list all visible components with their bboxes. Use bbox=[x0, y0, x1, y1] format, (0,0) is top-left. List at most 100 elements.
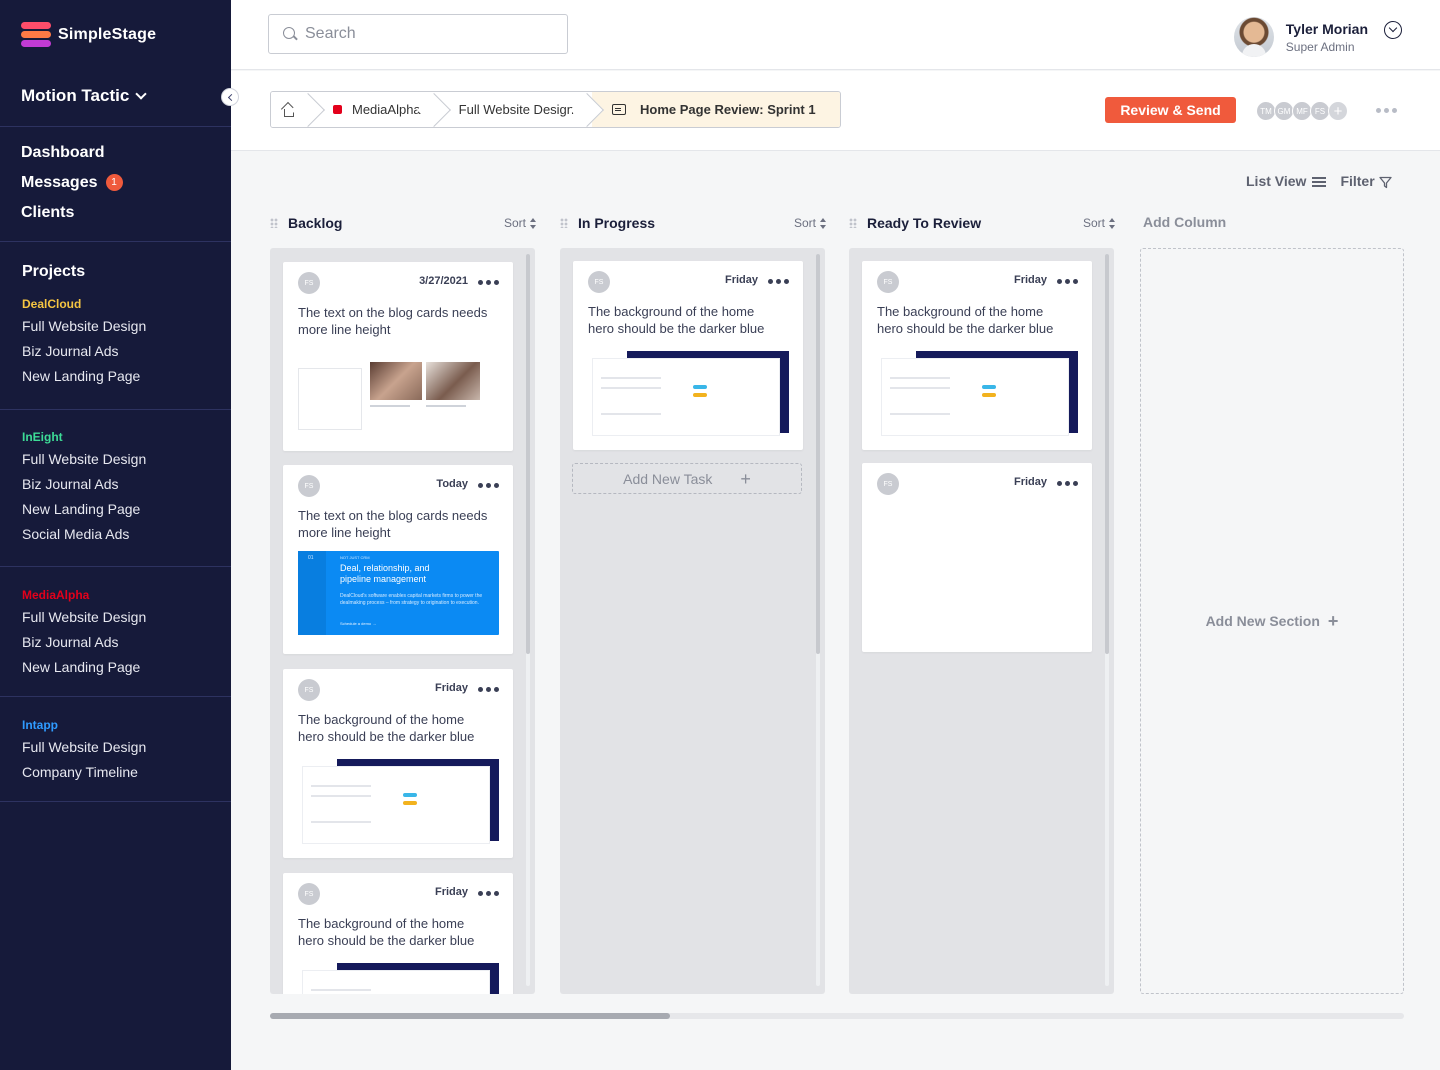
drag-handle-icon[interactable] bbox=[270, 218, 278, 228]
project-item[interactable]: Biz Journal Ads bbox=[22, 342, 146, 367]
add-task-button[interactable]: Add New Task + bbox=[572, 463, 802, 494]
card-more-icon[interactable] bbox=[1057, 481, 1078, 486]
nav-item-messages[interactable]: Messages 1 bbox=[21, 173, 123, 203]
sort-button[interactable]: Sort bbox=[504, 216, 536, 230]
card-more-icon[interactable] bbox=[768, 279, 789, 284]
column-name: Ready To Review bbox=[867, 215, 982, 231]
sidebar: SimpleStage Motion Tactic Dashboard Mess… bbox=[0, 0, 231, 1070]
column-scrollbar[interactable] bbox=[1105, 254, 1109, 986]
add-collaborator-icon[interactable]: + bbox=[1328, 101, 1348, 121]
card-thumbnail[interactable] bbox=[298, 362, 480, 430]
group-name: InEight bbox=[22, 430, 63, 444]
task-card[interactable]: FS Friday The background of the home her… bbox=[862, 261, 1092, 450]
breadcrumb-home[interactable] bbox=[271, 92, 313, 127]
home-icon bbox=[281, 103, 295, 117]
task-card[interactable]: FS Friday The background of the home her… bbox=[283, 873, 513, 994]
collaborator-avatar[interactable]: GM bbox=[1274, 101, 1294, 121]
project-item[interactable]: Full Website Design bbox=[22, 738, 146, 763]
thumbnail-title: Deal, relationship, and pipeline managem… bbox=[340, 563, 430, 584]
task-card[interactable]: FS Friday The background of the home her… bbox=[573, 261, 803, 450]
add-section-label: Add New Section bbox=[1205, 613, 1320, 629]
app-logo[interactable]: SimpleStage bbox=[21, 22, 156, 47]
assignee-avatar: FS bbox=[298, 883, 320, 905]
project-item[interactable]: Company Timeline bbox=[22, 763, 146, 788]
project-group-ineight: InEight Full Website Design Biz Journal … bbox=[22, 430, 146, 550]
drag-handle-icon[interactable] bbox=[849, 218, 857, 228]
top-bar: Tyler Morian Super Admin bbox=[231, 0, 1440, 70]
nav-item-clients[interactable]: Clients bbox=[21, 203, 123, 233]
sort-button[interactable]: Sort bbox=[794, 216, 826, 230]
project-item[interactable]: Full Website Design bbox=[22, 317, 146, 342]
task-card[interactable]: FS Friday bbox=[862, 463, 1092, 652]
assignee-avatar: FS bbox=[588, 271, 610, 293]
project-item[interactable]: Full Website Design bbox=[22, 450, 146, 475]
sort-button[interactable]: Sort bbox=[1083, 216, 1115, 230]
task-card[interactable]: FS Friday The background of the home her… bbox=[283, 669, 513, 858]
plus-icon: + bbox=[740, 468, 751, 489]
breadcrumb-current-label: Home Page Review: Sprint 1 bbox=[640, 102, 816, 117]
drag-handle-icon[interactable] bbox=[560, 218, 568, 228]
user-role: Super Admin bbox=[1285, 39, 1355, 54]
filter-button[interactable]: Filter bbox=[1340, 173, 1392, 189]
task-card[interactable]: FS Today The text on the blog cards need… bbox=[283, 465, 513, 654]
breadcrumb-client[interactable]: MediaAlpha bbox=[313, 92, 439, 127]
card-date: Friday bbox=[724, 274, 758, 286]
search-box bbox=[268, 14, 568, 54]
column-header-in-progress: In Progress Sort bbox=[560, 212, 826, 234]
sidebar-collapse-button[interactable] bbox=[221, 88, 239, 106]
scrollbar-thumb[interactable] bbox=[270, 1013, 670, 1019]
nav-item-dashboard[interactable]: Dashboard bbox=[21, 143, 123, 173]
add-column-button[interactable]: Add Column bbox=[1143, 214, 1226, 230]
card-more-icon[interactable] bbox=[478, 483, 499, 488]
collaborator-avatar[interactable]: TM bbox=[1256, 101, 1276, 121]
group-name: MediaAlpha bbox=[22, 588, 90, 602]
breadcrumb-project[interactable]: Full Website Design bbox=[438, 92, 593, 127]
project-item[interactable]: Biz Journal Ads bbox=[22, 475, 146, 500]
chevron-down-icon bbox=[135, 87, 147, 100]
divider bbox=[0, 696, 231, 697]
card-date: Friday bbox=[1013, 476, 1047, 488]
org-switcher[interactable]: Motion Tactic bbox=[21, 86, 147, 106]
card-thumbnail[interactable] bbox=[303, 759, 499, 843]
card-more-icon[interactable] bbox=[1057, 279, 1078, 284]
thumbnail-sheet bbox=[303, 971, 489, 994]
list-view-toggle[interactable]: List View bbox=[1246, 173, 1327, 189]
card-thumbnail[interactable] bbox=[593, 351, 789, 435]
project-item[interactable]: New Landing Page bbox=[22, 367, 146, 392]
project-item[interactable]: Social Media Ads bbox=[22, 525, 146, 550]
collaborator-avatar[interactable]: FS bbox=[1310, 101, 1330, 121]
thumbnail-kicker: NOT JUST CRM bbox=[340, 555, 370, 560]
search-input[interactable] bbox=[305, 25, 545, 43]
user-menu[interactable]: Tyler Morian Super Admin bbox=[1233, 17, 1402, 57]
group-name: DealCloud bbox=[22, 297, 82, 311]
project-item[interactable]: Biz Journal Ads bbox=[22, 633, 146, 658]
filter-label: Filter bbox=[1340, 173, 1375, 189]
org-name: Motion Tactic bbox=[21, 86, 130, 105]
more-options-icon[interactable] bbox=[1376, 108, 1397, 113]
column-scrollbar[interactable] bbox=[526, 254, 530, 986]
card-text: The background of the home hero should b… bbox=[298, 916, 475, 948]
thumbnail-sheet bbox=[303, 767, 489, 843]
chevron-down-circle-icon[interactable] bbox=[1384, 21, 1402, 39]
project-item[interactable]: New Landing Page bbox=[22, 658, 146, 683]
project-item[interactable]: New Landing Page bbox=[22, 500, 146, 525]
board-horizontal-scrollbar[interactable] bbox=[270, 1013, 1404, 1019]
add-section-button[interactable]: Add New Section + bbox=[1140, 248, 1404, 994]
card-thumbnail[interactable]: 01 NOT JUST CRM Deal, relationship, and … bbox=[298, 551, 499, 635]
column-scrollbar[interactable] bbox=[816, 254, 820, 986]
search-icon bbox=[283, 27, 297, 41]
card-more-icon[interactable] bbox=[478, 280, 499, 285]
projects-heading: Projects bbox=[22, 263, 86, 280]
card-thumbnail[interactable] bbox=[882, 351, 1078, 435]
project-item[interactable]: Full Website Design bbox=[22, 608, 146, 633]
divider bbox=[0, 801, 231, 802]
card-more-icon[interactable] bbox=[478, 687, 499, 692]
divider bbox=[0, 126, 231, 127]
review-send-button[interactable]: Review & Send bbox=[1105, 97, 1236, 123]
collaborator-avatar[interactable]: MF bbox=[1292, 101, 1312, 121]
breadcrumb-project-label: Full Website Design bbox=[458, 102, 575, 117]
task-card[interactable]: FS 3/27/2021 The text on the blog cards … bbox=[283, 262, 513, 451]
assignee-avatar: FS bbox=[298, 475, 320, 497]
card-more-icon[interactable] bbox=[478, 891, 499, 896]
card-thumbnail[interactable] bbox=[303, 963, 499, 994]
